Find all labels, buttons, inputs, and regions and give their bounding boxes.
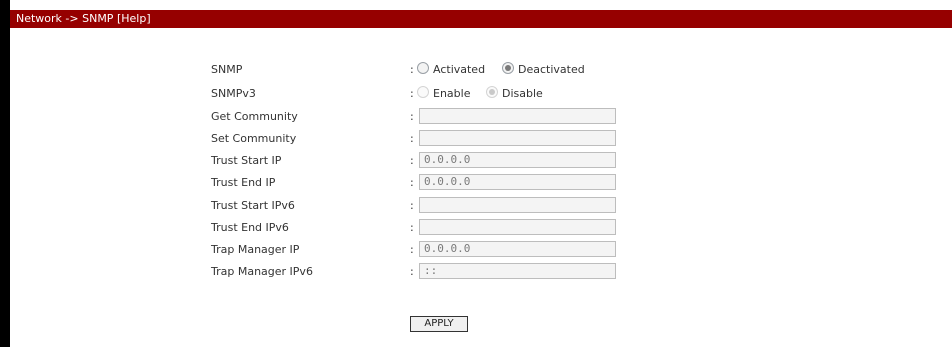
help-link[interactable]: [Help] — [117, 12, 151, 25]
snmp-settings-panel: SNMP : Activated Deactivated SNMPv3 : En… — [10, 28, 952, 347]
apply-button[interactable]: APPLY — [410, 316, 468, 332]
left-frame — [0, 0, 10, 347]
colon: : — [410, 110, 414, 123]
trust-end-ipv6-label: Trust End IPv6 — [211, 221, 289, 234]
colon: : — [410, 243, 414, 256]
colon: : — [410, 132, 414, 145]
get-community-input[interactable] — [419, 108, 616, 124]
colon: : — [410, 176, 414, 189]
set-community-label: Set Community — [211, 132, 297, 145]
get-community-label: Get Community — [211, 110, 298, 123]
trust-start-ip-label: Trust Start IP — [211, 154, 282, 167]
top-frame — [0, 0, 952, 10]
trust-end-ipv6-input[interactable] — [419, 219, 616, 235]
snmp-activated-radio[interactable] — [417, 62, 429, 74]
trust-start-ip-input[interactable]: 0.0.0.0 — [419, 152, 616, 168]
snmp-deactivated-radio[interactable] — [502, 62, 514, 74]
colon: : — [410, 154, 414, 167]
set-community-input[interactable] — [419, 130, 616, 146]
snmp-activated-label: Activated — [433, 63, 486, 76]
trap-manager-ip-input[interactable]: 0.0.0.0 — [419, 241, 616, 257]
snmp-deactivated-option[interactable]: Deactivated — [502, 61, 585, 79]
trust-start-ipv6-label: Trust Start IPv6 — [211, 199, 295, 212]
trap-manager-ipv6-input[interactable]: :: — [419, 263, 616, 279]
snmpv3-disable-option[interactable]: Disable — [486, 85, 543, 103]
colon: : — [410, 221, 414, 234]
snmpv3-disable-radio[interactable] — [486, 86, 498, 98]
snmpv3-enable-radio[interactable] — [417, 86, 429, 98]
snmpv3-disable-label: Disable — [502, 87, 543, 100]
breadcrumb: Network -> SNMP — [16, 12, 114, 25]
trap-manager-ipv6-label: Trap Manager IPv6 — [211, 265, 313, 278]
colon: : — [410, 199, 414, 212]
snmpv3-enable-label: Enable — [433, 87, 471, 100]
snmpv3-colon: : — [410, 87, 414, 100]
snmpv3-enable-option[interactable]: Enable — [417, 85, 470, 103]
snmp-label: SNMP — [211, 63, 243, 76]
snmp-colon: : — [410, 63, 414, 76]
trap-manager-ip-label: Trap Manager IP — [211, 243, 300, 256]
colon: : — [410, 265, 414, 278]
title-bar: Network -> SNMP [Help] — [10, 10, 952, 28]
trust-end-ip-label: Trust End IP — [211, 176, 276, 189]
snmp-deactivated-label: Deactivated — [518, 63, 585, 76]
snmp-activated-option[interactable]: Activated — [417, 61, 485, 79]
trust-start-ipv6-input[interactable] — [419, 197, 616, 213]
trust-end-ip-input[interactable]: 0.0.0.0 — [419, 174, 616, 190]
snmpv3-label: SNMPv3 — [211, 87, 256, 100]
